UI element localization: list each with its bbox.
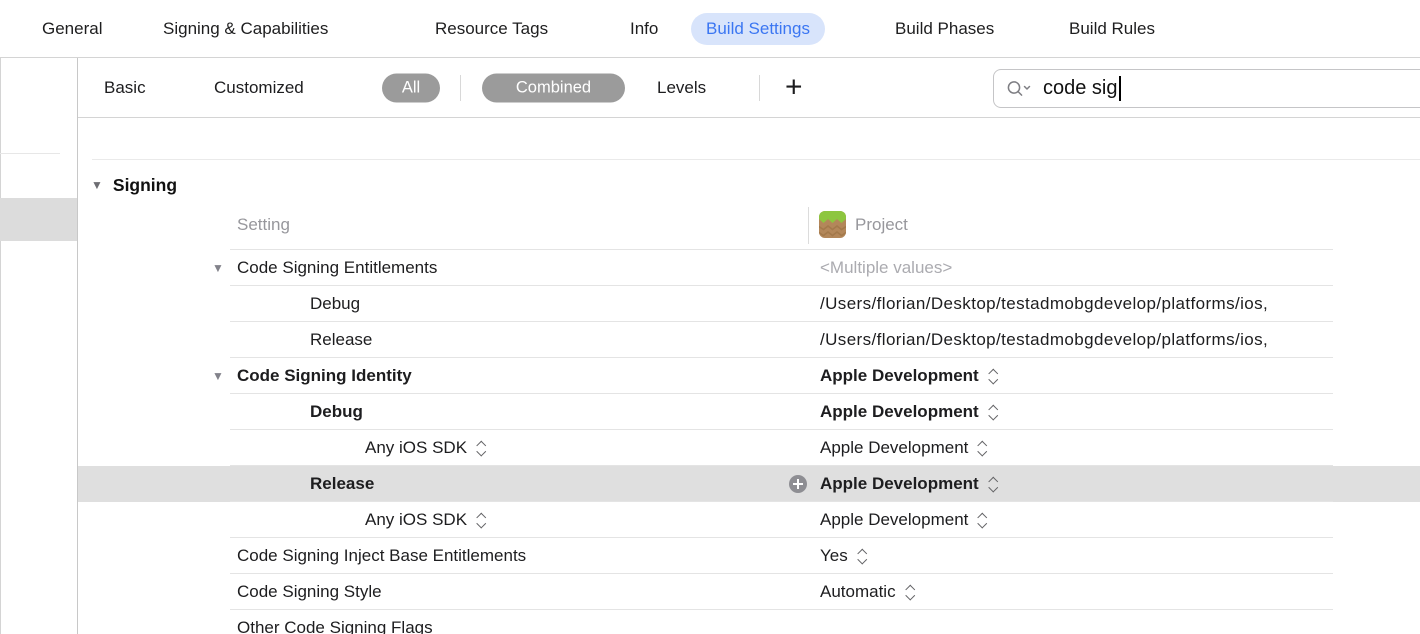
content-divider — [92, 159, 1420, 160]
project-icon — [819, 211, 846, 238]
tab-resource-tags[interactable]: Resource Tags — [435, 19, 548, 39]
table-row[interactable]: Other Code Signing Flags — [78, 610, 1420, 634]
stepper-icon[interactable] — [904, 583, 917, 602]
setting-label: Any iOS SDK — [365, 438, 488, 458]
toolbar-divider — [460, 75, 461, 101]
setting-value[interactable]: Apple Development — [820, 474, 1000, 494]
table-row-selected[interactable]: Release Apple Development — [78, 466, 1420, 502]
value-text: Apple Development — [820, 438, 968, 458]
view-levels-button[interactable]: Levels — [657, 78, 706, 98]
sidebar-divider — [0, 153, 60, 154]
stepper-icon[interactable] — [987, 367, 1000, 386]
setting-value[interactable]: <Multiple values> — [820, 258, 952, 278]
setting-label: Debug — [310, 402, 363, 422]
value-text: Automatic — [820, 582, 896, 602]
column-project-label: Project — [855, 215, 908, 235]
disclosure-triangle-icon[interactable]: ▼ — [212, 369, 224, 383]
stepper-icon[interactable] — [475, 511, 488, 530]
navigator-sidebar-sliver — [0, 58, 78, 634]
label-text: Any iOS SDK — [365, 510, 467, 530]
tab-build-settings[interactable]: Build Settings — [691, 13, 825, 45]
column-setting-label: Setting — [237, 215, 290, 235]
stepper-icon[interactable] — [987, 403, 1000, 422]
stepper-icon[interactable] — [856, 547, 869, 566]
table-row[interactable]: ▼ Code Signing Entitlements <Multiple va… — [78, 250, 1420, 286]
value-text: Yes — [820, 546, 848, 566]
disclosure-triangle-icon[interactable]: ▼ — [91, 178, 103, 192]
setting-label: Any iOS SDK — [365, 510, 488, 530]
tab-build-rules[interactable]: Build Rules — [1069, 19, 1155, 39]
stepper-icon[interactable] — [976, 511, 989, 530]
section-header-signing: ▼ Signing — [91, 173, 177, 197]
stepper-icon[interactable] — [987, 475, 1000, 494]
setting-value[interactable]: Automatic — [820, 582, 917, 602]
tab-general[interactable]: General — [42, 19, 102, 39]
table-column-header: Setting Project — [78, 205, 1420, 245]
setting-label: Code Signing Identity — [237, 366, 412, 386]
add-setting-button[interactable]: + — [785, 70, 803, 104]
setting-value[interactable]: Yes — [820, 546, 869, 566]
tab-signing-capabilities[interactable]: Signing & Capabilities — [163, 19, 328, 39]
section-title: Signing — [113, 175, 177, 196]
filter-customized-button[interactable]: Customized — [214, 78, 304, 98]
table-row[interactable]: ▼ Code Signing Identity Apple Developmen… — [78, 358, 1420, 394]
setting-value[interactable]: Apple Development — [820, 366, 1000, 386]
search-input-value[interactable]: code sig — [1043, 77, 1118, 100]
tab-build-phases[interactable]: Build Phases — [895, 19, 994, 39]
pane-left-edge — [0, 58, 1, 634]
filter-basic-button[interactable]: Basic — [104, 78, 146, 98]
table-row[interactable]: Code Signing Inject Base Entitlements Ye… — [78, 538, 1420, 574]
table-row[interactable]: Release /Users/florian/Desktop/testadmob… — [78, 322, 1420, 358]
build-settings-filter-bar: Basic Customized All Combined Levels + c… — [78, 58, 1420, 118]
table-row[interactable]: Debug Apple Development — [78, 394, 1420, 430]
stepper-icon[interactable] — [976, 439, 989, 458]
setting-label: Debug — [310, 294, 360, 314]
search-icon[interactable] — [1006, 79, 1034, 99]
disclosure-triangle-icon[interactable]: ▼ — [212, 261, 224, 275]
value-text: Apple Development — [820, 402, 979, 422]
setting-label: Release — [310, 330, 372, 350]
xcode-build-settings-pane: General Signing & Capabilities Resource … — [0, 0, 1420, 634]
value-text: Apple Development — [820, 474, 979, 494]
search-field[interactable]: code sig — [993, 69, 1420, 108]
column-divider — [808, 207, 809, 244]
setting-label: Code Signing Entitlements — [237, 258, 437, 278]
setting-label: Other Code Signing Flags — [237, 618, 433, 634]
sidebar-selected-row[interactable] — [0, 198, 77, 241]
setting-value[interactable]: Apple Development — [820, 438, 989, 458]
settings-table: ▼ Code Signing Entitlements <Multiple va… — [78, 250, 1420, 634]
label-text: Any iOS SDK — [365, 438, 467, 458]
table-row[interactable]: Any iOS SDK Apple Development — [78, 502, 1420, 538]
value-text: Apple Development — [820, 510, 968, 530]
stepper-icon[interactable] — [475, 439, 488, 458]
target-tab-bar: General Signing & Capabilities Resource … — [0, 0, 1420, 58]
table-row[interactable]: Code Signing Style Automatic — [78, 574, 1420, 610]
setting-value[interactable]: /Users/florian/Desktop/testadmobgdevelop… — [820, 330, 1268, 350]
setting-value[interactable]: Apple Development — [820, 402, 1000, 422]
filter-all-button[interactable]: All — [382, 73, 440, 102]
setting-label: Release — [310, 474, 374, 494]
view-combined-button[interactable]: Combined — [482, 73, 625, 102]
toolbar-divider — [759, 75, 760, 101]
setting-value[interactable]: Apple Development — [820, 510, 989, 530]
setting-label: Code Signing Inject Base Entitlements — [237, 546, 526, 566]
table-row[interactable]: Any iOS SDK Apple Development — [78, 430, 1420, 466]
value-text: Apple Development — [820, 366, 979, 386]
text-cursor — [1119, 76, 1121, 101]
table-row[interactable]: Debug /Users/florian/Desktop/testadmobgd… — [78, 286, 1420, 322]
add-value-icon[interactable] — [789, 475, 807, 493]
setting-label: Code Signing Style — [237, 582, 382, 602]
tab-info[interactable]: Info — [630, 19, 658, 39]
setting-value[interactable]: /Users/florian/Desktop/testadmobgdevelop… — [820, 294, 1268, 314]
